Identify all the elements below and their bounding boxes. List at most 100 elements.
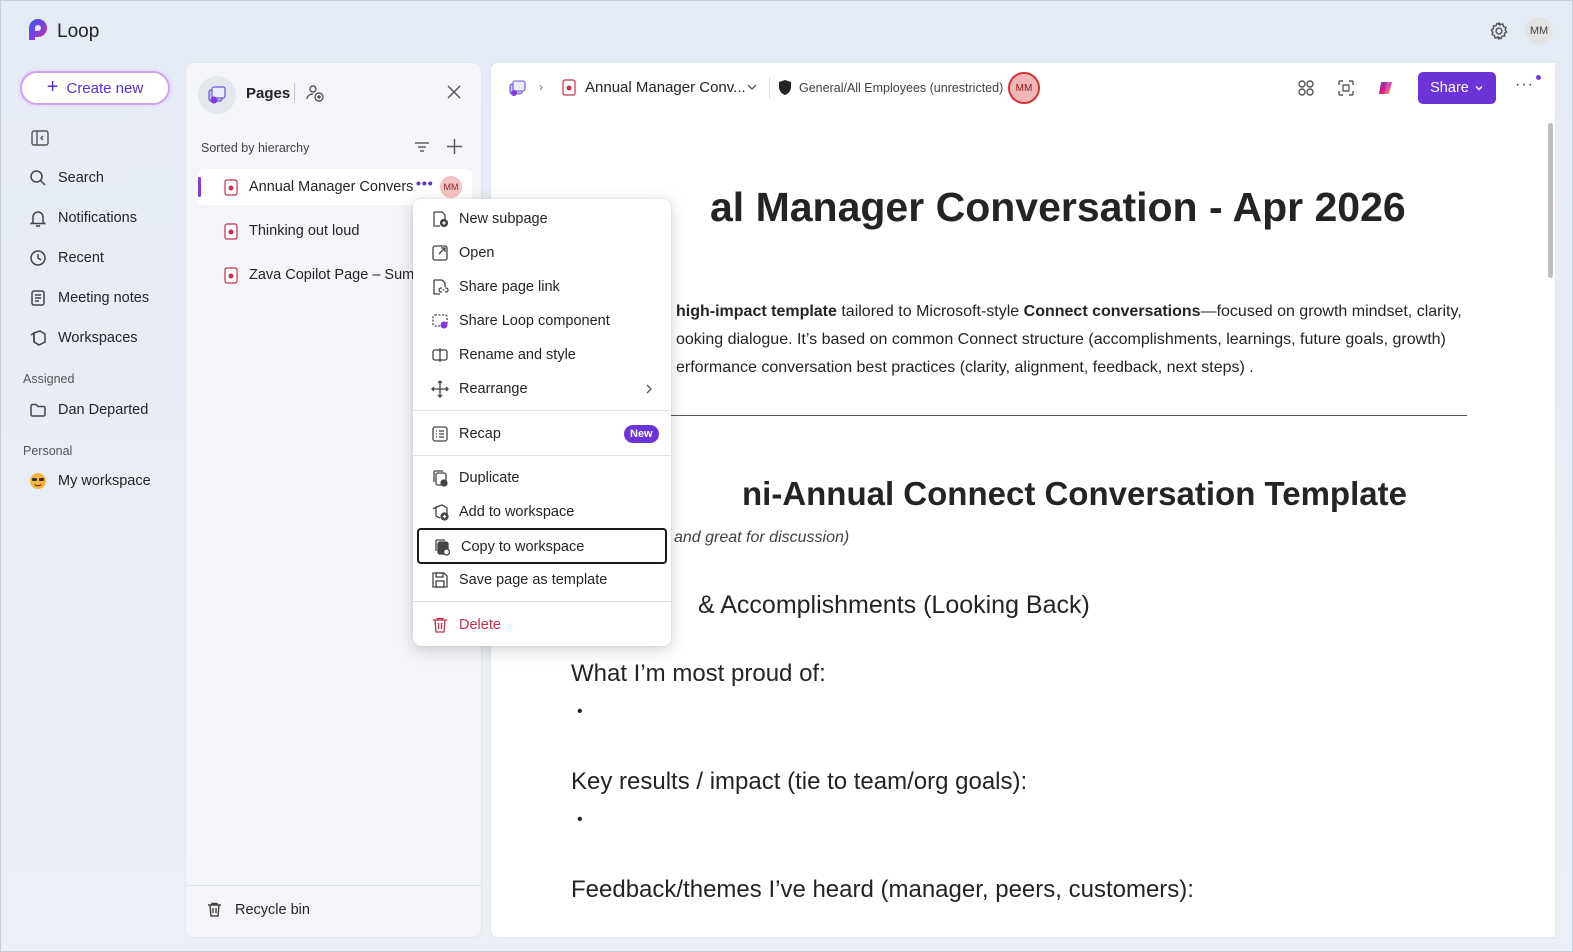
section-subtitle[interactable]: and great for discussion): [674, 529, 849, 547]
create-new-button[interactable]: + Create new: [20, 71, 170, 105]
user-avatar[interactable]: MM: [1525, 17, 1553, 45]
menu-item-label: Rename and style: [459, 347, 576, 363]
shield-icon: [779, 80, 791, 95]
document-toolbar: › Annual Manager Conv... General/All Emp…: [491, 63, 1555, 113]
menu-item-label: Recap: [459, 426, 501, 442]
menu-item-label: Delete: [459, 617, 501, 633]
pages-panel-title: Pages: [246, 85, 291, 102]
trash-icon: [433, 617, 447, 633]
bell-icon: [29, 211, 47, 227]
question-heading-key-results[interactable]: Key results / impact (tie to team/org go…: [571, 768, 1027, 796]
selection-indicator: [198, 177, 201, 197]
top-bar: Loop MM: [1, 1, 1572, 61]
trash-icon: [208, 902, 221, 917]
focus-mode-icon[interactable]: [1336, 78, 1356, 98]
filter-icon[interactable]: [414, 139, 430, 155]
notification-dot: [1536, 75, 1541, 80]
page-item-label: Annual Manager Conversat: [249, 179, 414, 195]
menu-item-share-page-link[interactable]: Share page link: [417, 271, 667, 303]
page-icon: [224, 267, 238, 284]
question-heading-feedback[interactable]: Feedback/themes I’ve heard (manager, pee…: [571, 876, 1194, 904]
nav-item-meeting-notes[interactable]: Meeting notes: [23, 283, 173, 313]
chevron-down-icon[interactable]: [746, 81, 758, 93]
menu-item-label: Open: [459, 245, 495, 261]
settings-gear-icon[interactable]: [1488, 20, 1510, 42]
add-to-workspace-icon: [432, 504, 449, 521]
nav-item-label: Workspaces: [58, 330, 138, 346]
menu-item-duplicate[interactable]: Duplicate: [417, 462, 667, 494]
share-people-icon[interactable]: [305, 83, 325, 103]
page-item-label: Thinking out loud: [249, 223, 360, 239]
notes-icon: [31, 290, 45, 306]
nav-item-recent[interactable]: Recent: [23, 243, 173, 273]
share-button[interactable]: Share: [1418, 72, 1496, 104]
nav-item-search[interactable]: Search: [23, 163, 173, 193]
save-icon: [432, 572, 448, 588]
page-icon: [562, 79, 576, 96]
pages-panel-icon: [198, 76, 236, 114]
recycle-bin-label: Recycle bin: [235, 901, 310, 918]
workspaces-icon: [30, 330, 46, 346]
share-link-icon: [433, 279, 449, 295]
more-options-icon[interactable]: •••: [416, 175, 434, 191]
pages-stack-icon: [208, 86, 226, 104]
nav-item-label: Recent: [58, 250, 104, 266]
menu-item-rearrange[interactable]: Rearrange: [417, 373, 667, 405]
menu-item-delete[interactable]: Delete: [417, 609, 667, 641]
bullet-point[interactable]: •: [577, 703, 583, 721]
menu-item-rename-and-style[interactable]: Rename and style: [417, 339, 667, 371]
copilot-icon[interactable]: [1376, 78, 1396, 98]
horizontal-rule: [571, 415, 1467, 416]
nav-item-my-workspace[interactable]: My workspace: [23, 466, 173, 496]
bullet-point[interactable]: •: [577, 811, 583, 829]
recycle-bin-button[interactable]: Recycle bin: [206, 901, 310, 918]
close-icon[interactable]: [446, 84, 462, 100]
sensitivity-label[interactable]: General/All Employees (unrestricted): [799, 81, 1003, 95]
nav-item-workspaces[interactable]: Workspaces: [23, 323, 173, 353]
page-avatar: MM: [440, 176, 462, 198]
copy-to-workspace-icon: [435, 539, 451, 556]
more-options-icon[interactable]: ···: [1515, 76, 1534, 94]
scrollbar[interactable]: [1548, 123, 1553, 278]
menu-item-label: Share Loop component: [459, 313, 610, 329]
workspace-icon[interactable]: [508, 79, 528, 99]
nav-item-notifications[interactable]: Notifications: [23, 203, 173, 233]
section-heading[interactable]: ni-Annual Connect Conversation Template: [742, 475, 1407, 513]
rename-icon: [432, 348, 448, 362]
breadcrumb-page-title[interactable]: Annual Manager Conv...: [585, 79, 746, 96]
intro-line-1: high-impact template tailored to Microso…: [676, 298, 1462, 326]
menu-item-open[interactable]: Open: [417, 237, 667, 269]
add-page-icon[interactable]: [446, 138, 463, 155]
menu-item-save-page-as-template[interactable]: Save page as template: [417, 564, 667, 596]
intro-bold-2: Connect conversations: [1023, 303, 1201, 320]
menu-item-copy-to-workspace[interactable]: Copy to workspace: [417, 528, 667, 564]
question-heading-proud[interactable]: What I’m most proud of:: [571, 660, 826, 688]
intro-bold-1: high-impact template: [676, 303, 837, 320]
menu-item-label: Copy to workspace: [461, 539, 585, 555]
menu-item-recap[interactable]: Recap New: [417, 418, 667, 450]
assigned-section-header: Assigned: [23, 372, 75, 386]
search-icon: [30, 170, 46, 186]
menu-item-label: Add to workspace: [459, 504, 575, 520]
loop-component-icon: [432, 314, 448, 329]
menu-item-share-loop-component[interactable]: Share Loop component: [417, 305, 667, 337]
nav-item-dan-departed[interactable]: Dan Departed: [23, 395, 173, 425]
collapse-sidebar-icon[interactable]: [31, 130, 49, 146]
nav-item-label: Meeting notes: [58, 290, 150, 306]
menu-item-label: Duplicate: [459, 470, 520, 486]
menu-item-new-subpage[interactable]: New subpage: [417, 203, 667, 235]
app-title: Loop: [57, 21, 100, 42]
menu-item-label: Rearrange: [459, 381, 528, 397]
page-icon: [224, 223, 238, 240]
nav-item-label: Dan Departed: [58, 402, 149, 418]
loop-app-window: Loop MM + Create new Search Notification…: [0, 0, 1573, 952]
clock-icon: [30, 250, 46, 266]
move-icon: [431, 380, 449, 398]
subsection-heading[interactable]: & Accomplishments (Looking Back): [698, 591, 1090, 620]
collaborator-avatar[interactable]: MM: [1008, 72, 1040, 104]
breadcrumb-chevron-icon: ›: [539, 80, 543, 94]
menu-item-add-to-workspace[interactable]: Add to workspace: [417, 496, 667, 528]
components-icon[interactable]: [1296, 78, 1316, 98]
chevron-down-icon: [1475, 86, 1483, 91]
page-title[interactable]: al Manager Conversation - Apr 2026: [710, 184, 1406, 231]
